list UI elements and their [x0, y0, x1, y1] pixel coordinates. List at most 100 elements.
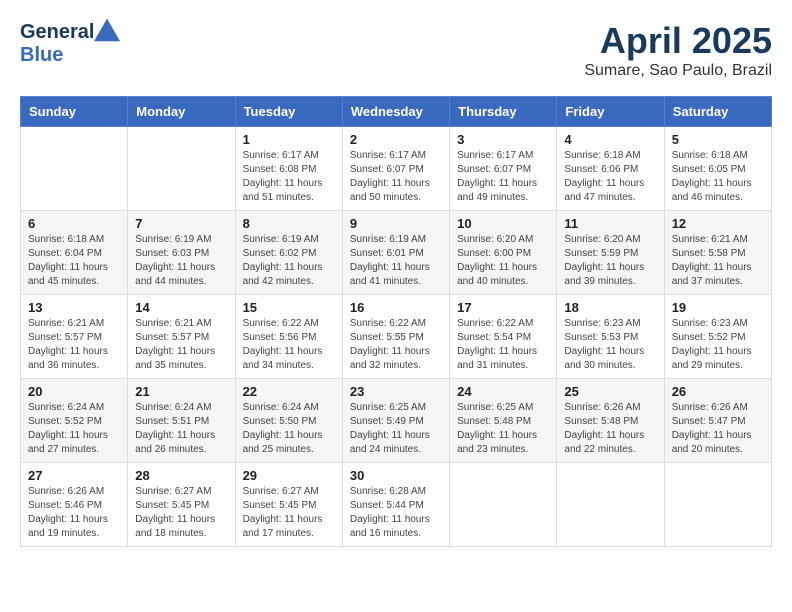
day-info: Sunrise: 6:18 AM Sunset: 6:04 PM Dayligh… [28, 233, 120, 289]
calendar-cell: 13Sunrise: 6:21 AM Sunset: 5:57 PM Dayli… [21, 295, 128, 379]
calendar-cell [557, 463, 664, 547]
calendar-cell: 6 Sunrise: 6:18 AM Sunset: 6:04 PM Daylig… [21, 211, 128, 295]
calendar-cell: 25 Sunrise: 6:26 AM Sunset: 5:48 PM Dayli… [557, 379, 664, 463]
calendar-week-row: 13Sunrise: 6:21 AM Sunset: 5:57 PM Dayli… [21, 295, 772, 379]
logo-general-text: General [20, 21, 94, 44]
day-info: Sunrise: 6:22 AM Sunset: 5:56 PM Dayligh… [243, 317, 335, 373]
day-info: Sunrise: 6:18 AM Sunset: 6:06 PM Dayligh… [564, 149, 656, 205]
calendar-header-row: SundayMondayTuesdayWednesdayThursdayFrid… [21, 97, 772, 127]
calendar-header-tuesday: Tuesday [235, 97, 342, 127]
day-info: Sunrise: 6:24 AM Sunset: 5:51 PM Dayligh… [135, 401, 227, 457]
logo-icon [94, 16, 122, 44]
logo-blue-text: Blue [20, 44, 63, 67]
day-info: Sunrise: 6:17 AM Sunset: 6:07 PM Dayligh… [457, 149, 549, 205]
calendar-cell: 24 Sunrise: 6:25 AM Sunset: 5:48 PM Dayli… [450, 379, 557, 463]
day-number: 8 [243, 216, 335, 231]
calendar-cell: 8 Sunrise: 6:19 AM Sunset: 6:02 PM Daylig… [235, 211, 342, 295]
calendar-cell: 1Sunrise: 6:17 AM Sunset: 6:08 PM Daylig… [235, 127, 342, 211]
calendar-cell: 14 Sunrise: 6:21 AM Sunset: 5:57 PM Dayli… [128, 295, 235, 379]
calendar-week-row: 27 Sunrise: 6:26 AM Sunset: 5:46 PM Dayli… [21, 463, 772, 547]
calendar-header-thursday: Thursday [450, 97, 557, 127]
calendar-cell: 28Sunrise: 6:27 AM Sunset: 5:45 PM Dayli… [128, 463, 235, 547]
calendar-cell [128, 127, 235, 211]
day-number: 14 [135, 300, 227, 315]
day-info: Sunrise: 6:24 AM Sunset: 5:52 PM Dayligh… [28, 401, 120, 457]
calendar-cell: 15 Sunrise: 6:22 AM Sunset: 5:56 PM Dayli… [235, 295, 342, 379]
day-info: Sunrise: 6:21 AM Sunset: 5:57 PM Dayligh… [135, 317, 227, 373]
calendar-cell: 29Sunrise: 6:27 AM Sunset: 5:45 PM Dayli… [235, 463, 342, 547]
day-number: 27 [28, 468, 120, 483]
title-area: April 2025 Sumare, Sao Paulo, Brazil [584, 20, 772, 80]
day-info: Sunrise: 6:17 AM Sunset: 6:08 PM Dayligh… [243, 149, 335, 205]
day-number: 18 [564, 300, 656, 315]
day-number: 4 [564, 132, 656, 147]
calendar-cell: 10Sunrise: 6:20 AM Sunset: 6:00 PM Dayli… [450, 211, 557, 295]
calendar-header-sunday: Sunday [21, 97, 128, 127]
calendar-cell: 16 Sunrise: 6:22 AM Sunset: 5:55 PM Dayli… [342, 295, 449, 379]
day-number: 2 [350, 132, 442, 147]
day-number: 26 [672, 384, 764, 399]
day-number: 29 [243, 468, 335, 483]
calendar-cell: 5 Sunrise: 6:18 AM Sunset: 6:05 PM Daylig… [664, 127, 771, 211]
logo: General Blue [20, 20, 124, 67]
day-number: 21 [135, 384, 227, 399]
calendar: SundayMondayTuesdayWednesdayThursdayFrid… [20, 96, 772, 547]
day-info: Sunrise: 6:27 AM Sunset: 5:45 PM Dayligh… [135, 485, 227, 541]
calendar-header-friday: Friday [557, 97, 664, 127]
day-info: Sunrise: 6:25 AM Sunset: 5:48 PM Dayligh… [457, 401, 549, 457]
calendar-week-row: 1Sunrise: 6:17 AM Sunset: 6:08 PM Daylig… [21, 127, 772, 211]
calendar-cell: 21 Sunrise: 6:24 AM Sunset: 5:51 PM Dayli… [128, 379, 235, 463]
day-number: 5 [672, 132, 764, 147]
day-info: Sunrise: 6:22 AM Sunset: 5:54 PM Dayligh… [457, 317, 549, 373]
day-number: 11 [564, 216, 656, 231]
day-info: Sunrise: 6:23 AM Sunset: 5:52 PM Dayligh… [672, 317, 764, 373]
calendar-cell: 17 Sunrise: 6:22 AM Sunset: 5:54 PM Dayli… [450, 295, 557, 379]
day-info: Sunrise: 6:25 AM Sunset: 5:49 PM Dayligh… [350, 401, 442, 457]
day-info: Sunrise: 6:19 AM Sunset: 6:02 PM Dayligh… [243, 233, 335, 289]
day-number: 30 [350, 468, 442, 483]
location: Sumare, Sao Paulo, Brazil [584, 62, 772, 80]
day-info: Sunrise: 6:26 AM Sunset: 5:48 PM Dayligh… [564, 401, 656, 457]
calendar-cell: 26 Sunrise: 6:26 AM Sunset: 5:47 PM Dayli… [664, 379, 771, 463]
calendar-cell: 9Sunrise: 6:19 AM Sunset: 6:01 PM Daylig… [342, 211, 449, 295]
header: General Blue April 2025 Sumare, Sao Paul… [20, 20, 772, 80]
calendar-cell [664, 463, 771, 547]
day-number: 12 [672, 216, 764, 231]
day-info: Sunrise: 6:20 AM Sunset: 6:00 PM Dayligh… [457, 233, 549, 289]
calendar-cell: 2 Sunrise: 6:17 AM Sunset: 6:07 PM Daylig… [342, 127, 449, 211]
calendar-cell: 18 Sunrise: 6:23 AM Sunset: 5:53 PM Dayli… [557, 295, 664, 379]
day-info: Sunrise: 6:26 AM Sunset: 5:46 PM Dayligh… [28, 485, 120, 541]
calendar-header-saturday: Saturday [664, 97, 771, 127]
calendar-cell: 30 Sunrise: 6:28 AM Sunset: 5:44 PM Dayli… [342, 463, 449, 547]
day-info: Sunrise: 6:21 AM Sunset: 5:58 PM Dayligh… [672, 233, 764, 289]
day-number: 16 [350, 300, 442, 315]
day-number: 6 [28, 216, 120, 231]
calendar-cell: 4 Sunrise: 6:18 AM Sunset: 6:06 PM Daylig… [557, 127, 664, 211]
calendar-header-wednesday: Wednesday [342, 97, 449, 127]
day-number: 3 [457, 132, 549, 147]
day-number: 15 [243, 300, 335, 315]
calendar-week-row: 6 Sunrise: 6:18 AM Sunset: 6:04 PM Daylig… [21, 211, 772, 295]
calendar-week-row: 20 Sunrise: 6:24 AM Sunset: 5:52 PM Dayli… [21, 379, 772, 463]
day-number: 22 [243, 384, 335, 399]
day-number: 19 [672, 300, 764, 315]
day-number: 20 [28, 384, 120, 399]
day-info: Sunrise: 6:28 AM Sunset: 5:44 PM Dayligh… [350, 485, 442, 541]
day-number: 7 [135, 216, 227, 231]
day-info: Sunrise: 6:24 AM Sunset: 5:50 PM Dayligh… [243, 401, 335, 457]
day-info: Sunrise: 6:26 AM Sunset: 5:47 PM Dayligh… [672, 401, 764, 457]
day-info: Sunrise: 6:17 AM Sunset: 6:07 PM Dayligh… [350, 149, 442, 205]
day-info: Sunrise: 6:18 AM Sunset: 6:05 PM Dayligh… [672, 149, 764, 205]
day-number: 25 [564, 384, 656, 399]
calendar-cell: 7Sunrise: 6:19 AM Sunset: 6:03 PM Daylig… [128, 211, 235, 295]
day-number: 9 [350, 216, 442, 231]
day-number: 17 [457, 300, 549, 315]
day-info: Sunrise: 6:23 AM Sunset: 5:53 PM Dayligh… [564, 317, 656, 373]
calendar-cell: 27 Sunrise: 6:26 AM Sunset: 5:46 PM Dayli… [21, 463, 128, 547]
calendar-cell: 3 Sunrise: 6:17 AM Sunset: 6:07 PM Daylig… [450, 127, 557, 211]
month-title: April 2025 [584, 20, 772, 62]
calendar-cell [21, 127, 128, 211]
day-number: 24 [457, 384, 549, 399]
calendar-header-monday: Monday [128, 97, 235, 127]
day-info: Sunrise: 6:22 AM Sunset: 5:55 PM Dayligh… [350, 317, 442, 373]
